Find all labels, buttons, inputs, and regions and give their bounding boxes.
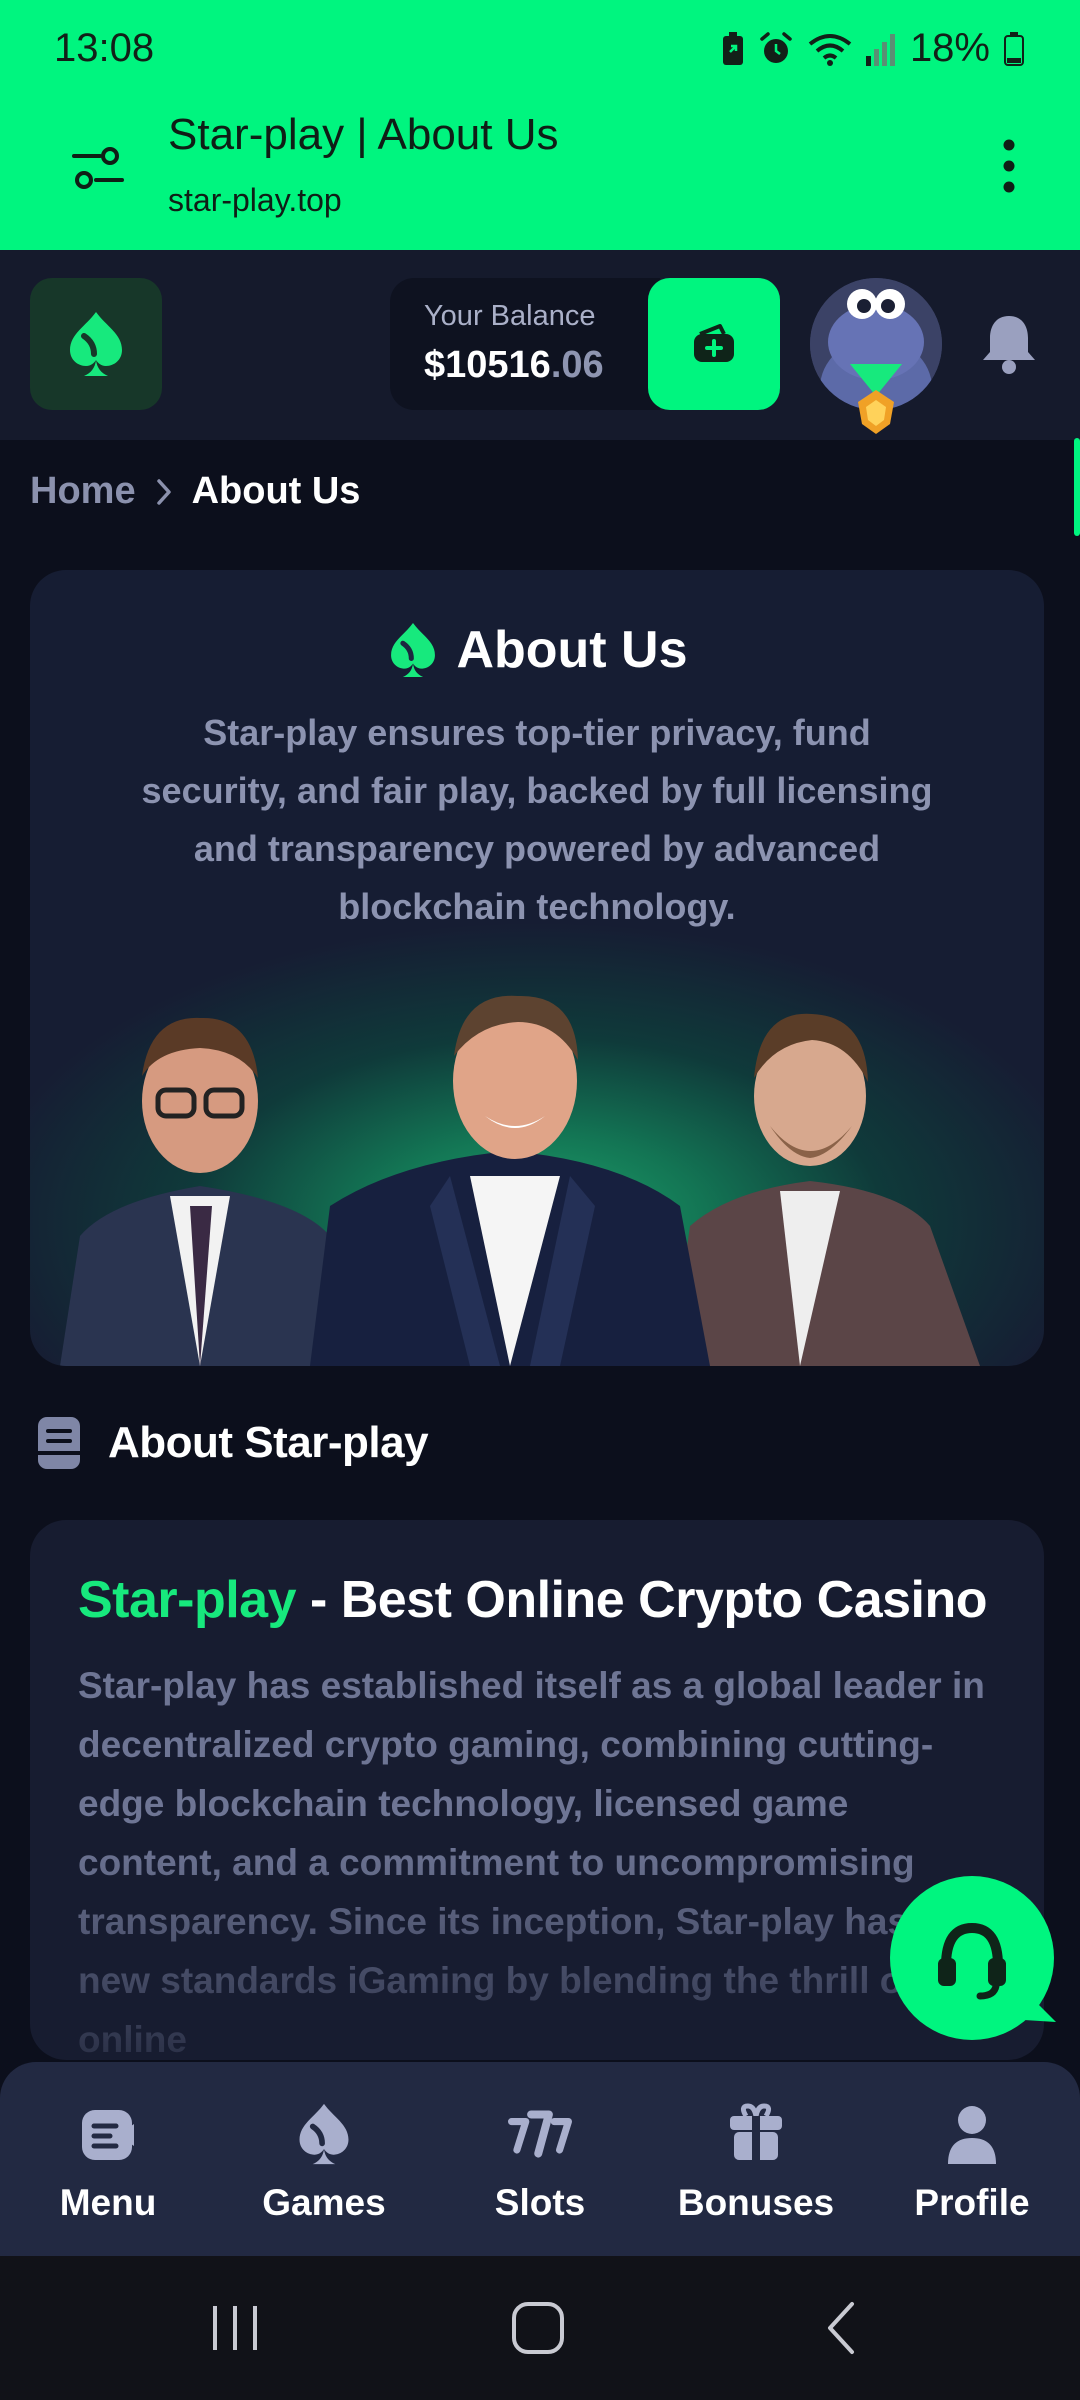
recent-apps-icon[interactable]	[205, 2298, 265, 2358]
system-navigation-bar	[0, 2256, 1080, 2400]
about-hero-card: About Us Star-play ensures top-tier priv…	[30, 570, 1044, 1366]
page-scrollbar[interactable]	[1074, 438, 1080, 536]
alarm-icon	[760, 31, 792, 63]
home-icon[interactable]	[508, 2298, 568, 2358]
spade-logo-icon	[391, 623, 436, 677]
games-icon	[299, 2103, 349, 2165]
page-title[interactable]: Star-play | About Us	[168, 110, 559, 160]
notifications-bell-icon[interactable]	[978, 310, 1040, 376]
breadcrumb-home-link[interactable]: Home	[30, 470, 136, 513]
section-heading: About Star-play	[36, 1415, 429, 1471]
wifi-icon	[808, 33, 852, 66]
article-title: Star-play - Best Online Crypto Casino	[78, 1570, 988, 1630]
balance-main: $10516	[424, 344, 551, 386]
browser-toolbar: Star-play | About Us star-play.top	[0, 100, 1080, 250]
nav-slots[interactable]: Slots	[432, 2062, 648, 2256]
menu-icon	[82, 2110, 134, 2160]
chevron-right-icon	[156, 478, 171, 505]
balance-amount: $10516.06	[424, 344, 604, 387]
article-title-rest: - Best Online Crypto Casino	[296, 1571, 988, 1629]
nav-label-slots: Slots	[494, 2182, 586, 2223]
hero-description: Star-play ensures top-tier privacy, fund…	[141, 712, 933, 927]
balance-label: Your Balance	[424, 300, 596, 332]
nav-label-bonuses: Bonuses	[677, 2182, 835, 2223]
nav-label-menu: Menu	[59, 2182, 157, 2223]
section-title: About Star-play	[108, 1418, 429, 1467]
balance-cents: .06	[550, 344, 604, 386]
battery-saver-icon	[722, 31, 743, 65]
status-time: 13:08	[54, 26, 155, 70]
article-body: Star-play has established itself as a gl…	[78, 1665, 985, 2060]
back-icon[interactable]	[812, 2298, 872, 2358]
home-logo-button[interactable]	[30, 278, 162, 410]
battery-icon	[1004, 31, 1024, 66]
deposit-button[interactable]	[648, 278, 780, 410]
nav-bonuses[interactable]: Bonuses	[648, 2062, 864, 2256]
battery-percent: 18%	[909, 26, 990, 70]
url-display[interactable]: star-play.top	[168, 182, 342, 219]
profile-icon	[948, 2106, 996, 2164]
headset-icon	[938, 1922, 1056, 2022]
bottom-navigation: Menu Games Slots Bonuses Profile	[0, 2062, 1080, 2256]
bonuses-icon	[730, 2103, 782, 2160]
spade-logo-icon	[70, 312, 122, 376]
article-brand: Star-play	[78, 1571, 297, 1629]
status-bar: 13:08 18%	[0, 0, 1080, 100]
breadcrumb-current: About Us	[191, 470, 361, 512]
nav-games[interactable]: Games	[216, 2062, 432, 2256]
nav-label-profile: Profile	[914, 2182, 1030, 2223]
status-icons: 18%	[722, 26, 1024, 71]
hero-title-row: About Us	[30, 620, 1044, 680]
team-photo	[60, 995, 980, 1366]
balance-display[interactable]: Your Balance $10516.06	[390, 278, 660, 410]
wallet-icon	[694, 324, 734, 362]
nav-label-games: Games	[262, 2182, 386, 2223]
signal-icon	[865, 33, 895, 66]
hero-title: About Us	[456, 621, 688, 679]
breadcrumb: Home About Us	[30, 470, 360, 513]
avatar[interactable]	[810, 278, 942, 434]
document-icon	[38, 1417, 80, 1469]
avatar-mascot-icon	[810, 278, 942, 434]
slots-icon	[508, 2110, 572, 2158]
app-header: Your Balance $10516.06	[0, 250, 1080, 440]
nav-profile[interactable]: Profile	[864, 2062, 1080, 2256]
nav-menu[interactable]: Menu	[0, 2062, 216, 2256]
support-chat-button[interactable]	[890, 1876, 1056, 2040]
more-options-icon[interactable]	[998, 136, 1020, 196]
site-settings-icon[interactable]	[70, 140, 126, 196]
